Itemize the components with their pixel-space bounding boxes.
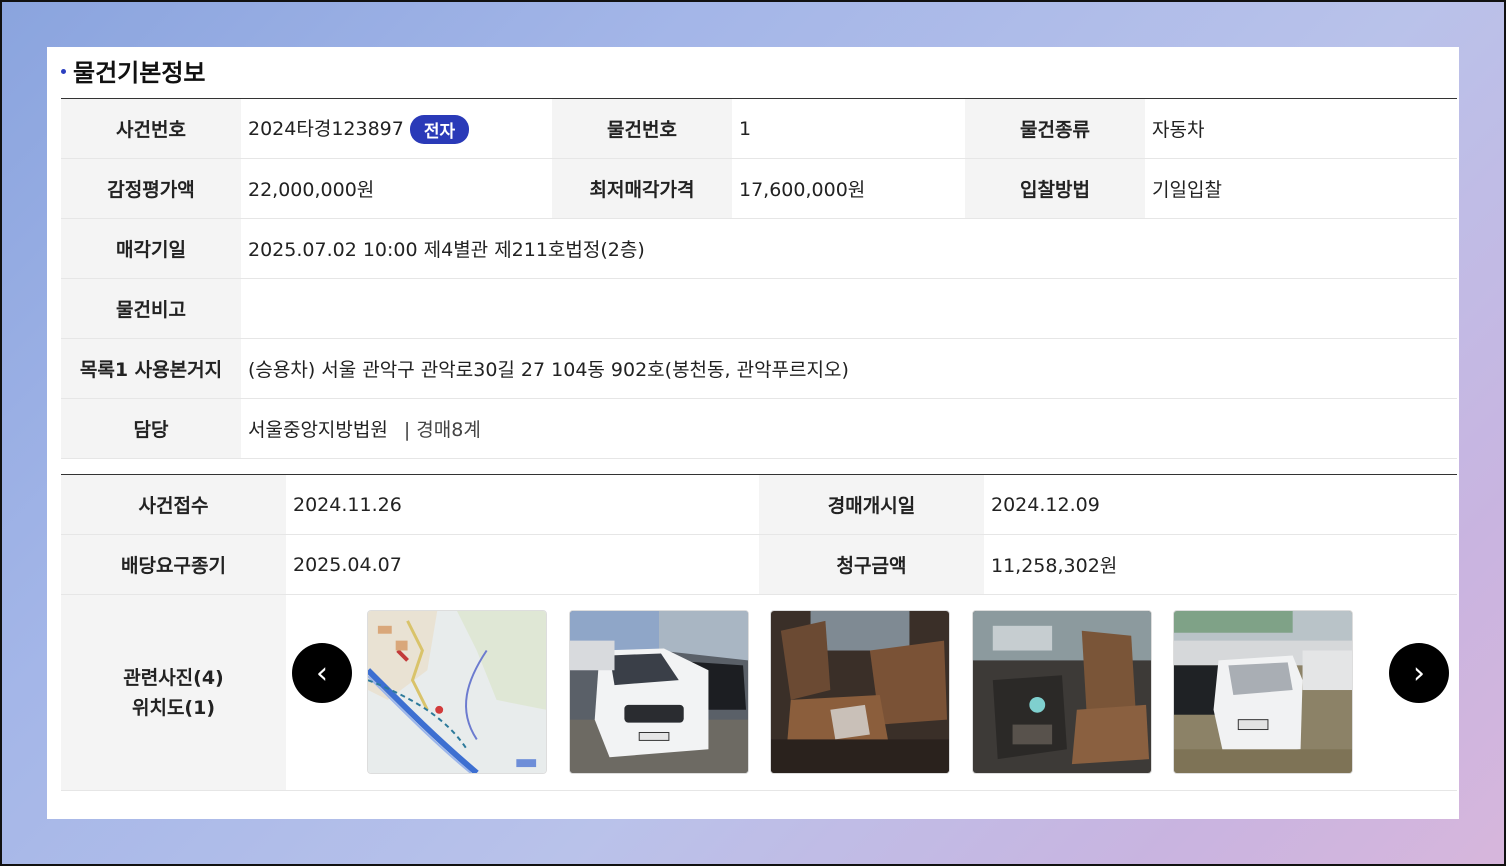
map-image (368, 611, 546, 773)
manager-label: 담당 (61, 398, 241, 459)
location-map-thumbnail[interactable] (367, 610, 547, 774)
table-row: 배당요구종기 2025.04.07 청구금액 11,258,302원 (61, 534, 1457, 595)
chevron-left-icon: ‹ (316, 655, 328, 691)
remarks-label: 물건비고 (61, 278, 241, 339)
court-name: 서울중앙지방법원 (248, 419, 388, 441)
deadline-value: 2025.04.07 (286, 534, 759, 595)
claim-value: 11,258,302원 (984, 534, 1457, 595)
min-price-label: 최저매각가격 (552, 158, 732, 219)
case-no-cell: 2024타경123897 전자 (241, 98, 552, 159)
item-type-value: 자동차 (1145, 98, 1457, 159)
table-row: 담당 서울중앙지방법원 | 경매8계 (61, 398, 1457, 459)
start-label: 경매개시일 (759, 474, 984, 535)
appraisal-label: 감정평가액 (61, 158, 241, 219)
receipt-label: 사건접수 (61, 474, 286, 535)
table-row: 목록1 사용본거지 (승용차) 서울 관악구 관악로30길 27 104동 90… (61, 338, 1457, 399)
receipt-value: 2024.11.26 (286, 474, 759, 535)
car-rear-image (1174, 611, 1352, 773)
photos-label: 관련사진(4) 위치도(1) (61, 594, 286, 791)
manager-cell: 서울중앙지방법원 | 경매8계 (241, 398, 1457, 459)
table-row: 사건접수 2024.11.26 경매개시일 2024.12.09 (61, 474, 1457, 535)
item-no-value: 1 (732, 98, 965, 159)
section-title-text: 물건기본정보 (73, 58, 206, 87)
table-row: 매각기일 2025.07.02 10:00 제4별관 제211호법정(2층) (61, 218, 1457, 279)
car-front-photo-thumbnail[interactable] (569, 610, 749, 774)
car-front-image (570, 611, 748, 773)
location-label: 목록1 사용본거지 (61, 338, 241, 399)
start-value: 2024.12.09 (984, 474, 1457, 535)
claim-label: 청구금액 (759, 534, 984, 595)
case-info-table: 사건접수 2024.11.26 경매개시일 2024.12.09 배당요구종기 … (61, 474, 1457, 791)
gallery-prev-button[interactable]: ‹ (292, 643, 352, 703)
case-no-label: 사건번호 (61, 98, 241, 159)
photo-row: 관련사진(4) 위치도(1) ‹ › (61, 594, 1457, 791)
title-bullet-icon (61, 68, 66, 74)
car-rear-seat-photo-thumbnail[interactable] (770, 610, 950, 774)
deadline-label: 배당요구종기 (61, 534, 286, 595)
table-row: 사건번호 2024타경123897 전자 물건번호 1 물건종류 자동차 (61, 98, 1457, 159)
gallery-next-button[interactable]: › (1389, 643, 1449, 703)
bid-method-label: 입찰방법 (965, 158, 1145, 219)
photos-label-line1: 관련사진(4) (123, 666, 224, 689)
remarks-value (241, 278, 1457, 339)
min-price-value: 17,600,000원 (732, 158, 965, 219)
bid-method-value: 기일입찰 (1145, 158, 1457, 219)
item-no-label: 물건번호 (552, 98, 732, 159)
table-row: 물건비고 (61, 278, 1457, 339)
appraisal-value: 22,000,000원 (241, 158, 552, 219)
sale-date-value: 2025.07.02 10:00 제4별관 제211호법정(2층) (241, 218, 1457, 279)
chevron-right-icon: › (1413, 655, 1425, 691)
table-row: 감정평가액 22,000,000원 최저매각가격 17,600,000원 입찰방… (61, 158, 1457, 219)
item-basic-info-card: 물건기본정보 사건번호 2024타경123897 전자 물건번호 1 물건종류 자… (47, 47, 1459, 819)
car-front-seat-image (973, 611, 1151, 773)
photos-label-line2: 위치도(1) (131, 696, 216, 719)
car-rear-seat-image (771, 611, 949, 773)
department-name: | 경매8계 (403, 419, 481, 441)
basic-info-table: 사건번호 2024타경123897 전자 물건번호 1 물건종류 자동차 감정평가… (61, 98, 1457, 459)
section-title: 물건기본정보 (61, 55, 206, 87)
electronic-badge: 전자 (409, 114, 470, 144)
car-front-seat-photo-thumbnail[interactable] (972, 610, 1152, 774)
location-value: (승용차) 서울 관악구 관악로30길 27 104동 902호(봉천동, 관악… (241, 338, 1457, 399)
car-rear-photo-thumbnail[interactable] (1173, 610, 1353, 774)
case-no-value: 2024타경123897 (248, 117, 404, 140)
sale-date-label: 매각기일 (61, 218, 241, 279)
photo-gallery: ‹ › (286, 594, 1457, 791)
item-type-label: 물건종류 (965, 98, 1145, 159)
